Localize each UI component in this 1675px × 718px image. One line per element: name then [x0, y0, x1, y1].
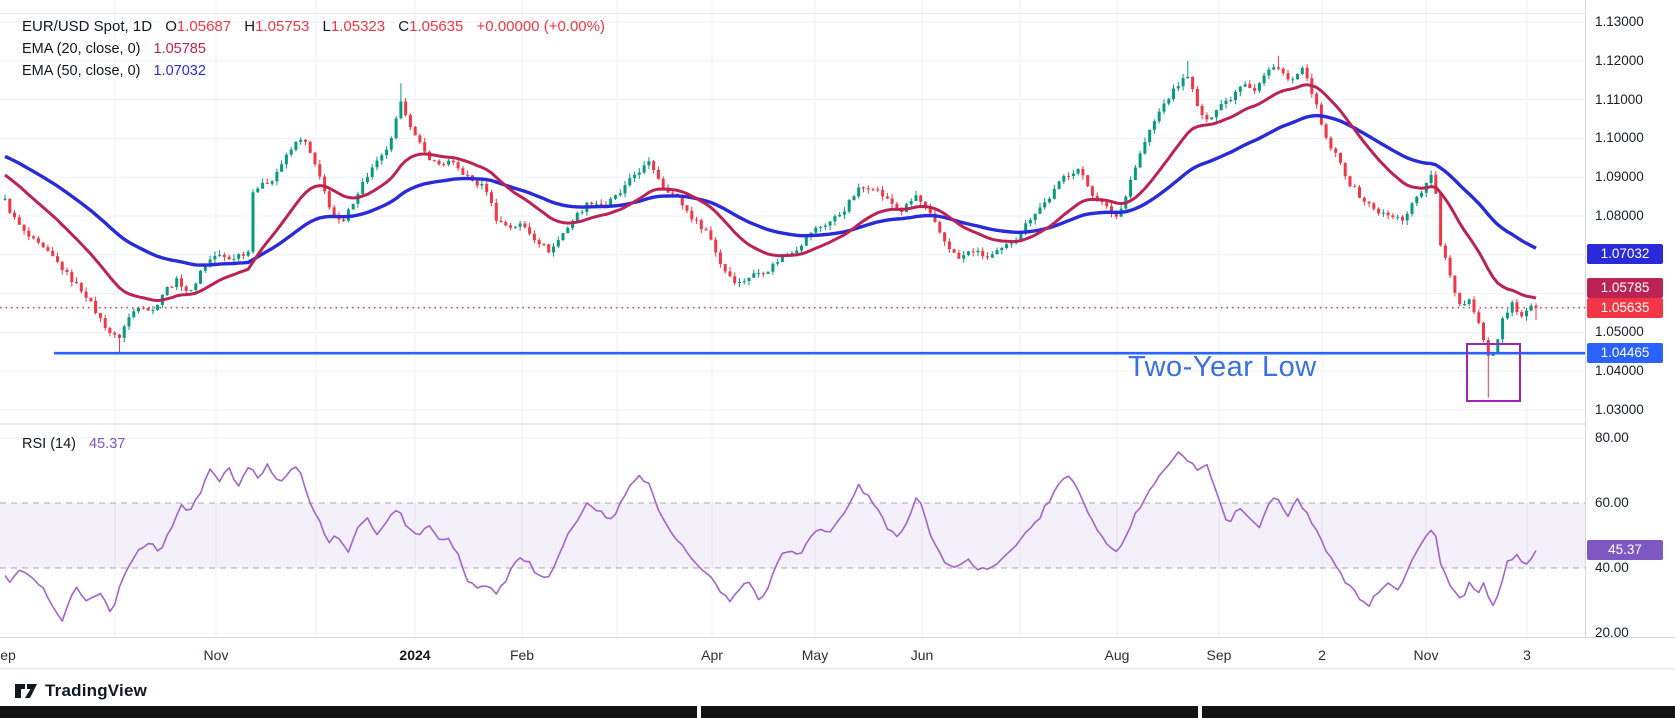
- tradingview-chart-window: EUR/USD Spot, 1D O1.05687 H1.05753 L1.05…: [0, 0, 1675, 718]
- axis-tick-label: 80.00: [1595, 428, 1629, 448]
- symbol-title: EUR/USD Spot, 1D: [22, 18, 152, 35]
- price-chart-canvas[interactable]: [0, 0, 1585, 637]
- axis-tick-label: 40.00: [1595, 558, 1629, 578]
- two-year-low-annotation[interactable]: Two-Year Low: [1128, 351, 1317, 384]
- axis-tick-label: 1.10000: [1595, 128, 1644, 148]
- ema50-value: 1.07032: [154, 63, 206, 79]
- time-scale-axis[interactable]: ep Nov 2024 Feb Apr May Jun Aug Sep 2 Nov 3: [0, 637, 1675, 669]
- time-axis-label: 2024: [399, 647, 430, 663]
- time-axis-label: Sep: [1207, 647, 1232, 663]
- time-axis-label: Aug: [1105, 647, 1130, 663]
- axis-price-badge: 1.04465: [1587, 343, 1663, 363]
- time-axis-label: Apr: [701, 647, 723, 663]
- time-axis-label: Nov: [1414, 647, 1439, 663]
- ema20-value: 1.05785: [154, 41, 206, 57]
- time-axis-label: May: [802, 647, 828, 663]
- low-value: 1.05323: [331, 18, 385, 35]
- price-scale-axis[interactable]: 1.13000 1.12000 1.11000 1.10000 1.09000 1.080…: [1585, 0, 1675, 637]
- rsi-value: 45.37: [89, 436, 125, 452]
- axis-price-badge: 45.37: [1587, 540, 1663, 560]
- axis-tick-label: 1.05000: [1595, 322, 1644, 342]
- axis-tick-label: 1.08000: [1595, 206, 1644, 226]
- axis-price-badge: 1.05785: [1587, 278, 1663, 298]
- axis-tick-label: 1.11000: [1595, 90, 1643, 110]
- chart-legend: EUR/USD Spot, 1D O1.05687 H1.05753 L1.05…: [22, 16, 605, 82]
- axis-price-badge: 1.05635: [1587, 298, 1663, 318]
- close-value: 1.05635: [409, 18, 463, 35]
- tradingview-logo[interactable]: TradingView: [14, 680, 147, 702]
- axis-border: [1585, 0, 1586, 668]
- axis-tick-label: 1.12000: [1595, 51, 1644, 71]
- axis-tick-label: 1.03000: [1595, 400, 1644, 420]
- axis-tick-label: 60.00: [1595, 493, 1629, 513]
- time-axis-label: 3: [1523, 647, 1531, 663]
- time-axis-label: Feb: [510, 647, 534, 663]
- axis-tick-label: 1.13000: [1595, 12, 1644, 32]
- bottom-bar-segment: [701, 706, 1198, 718]
- widget-bottom-border: [0, 668, 1675, 669]
- time-axis-label: Nov: [204, 647, 229, 663]
- change-value: +0.00000 (+0.00%): [477, 18, 605, 35]
- bottom-bar-segment: [0, 706, 697, 718]
- axis-tick-label: 1.04000: [1595, 361, 1644, 381]
- symbol-ohlc-row[interactable]: EUR/USD Spot, 1D O1.05687 H1.05753 L1.05…: [22, 16, 605, 38]
- axis-price-badge: 1.07032: [1587, 244, 1663, 264]
- tradingview-logo-text: TradingView: [45, 681, 147, 701]
- axis-tick-label: 1.09000: [1595, 167, 1644, 187]
- bottom-bar-segment: [1202, 706, 1675, 718]
- open-value: 1.05687: [177, 18, 231, 35]
- time-axis-label: ep: [0, 647, 16, 663]
- high-value: 1.05753: [255, 18, 309, 35]
- ema50-legend-row[interactable]: EMA (50, close, 0) 1.07032: [22, 60, 605, 82]
- highlight-box-drawing[interactable]: [1466, 343, 1521, 402]
- tradingview-logo-icon: [14, 680, 38, 702]
- time-axis-label: 2: [1318, 647, 1326, 663]
- ema20-legend-row[interactable]: EMA (20, close, 0) 1.05785: [22, 38, 605, 60]
- rsi-legend-row[interactable]: RSI (14) 45.37: [22, 436, 125, 452]
- time-axis-label: Jun: [911, 647, 934, 663]
